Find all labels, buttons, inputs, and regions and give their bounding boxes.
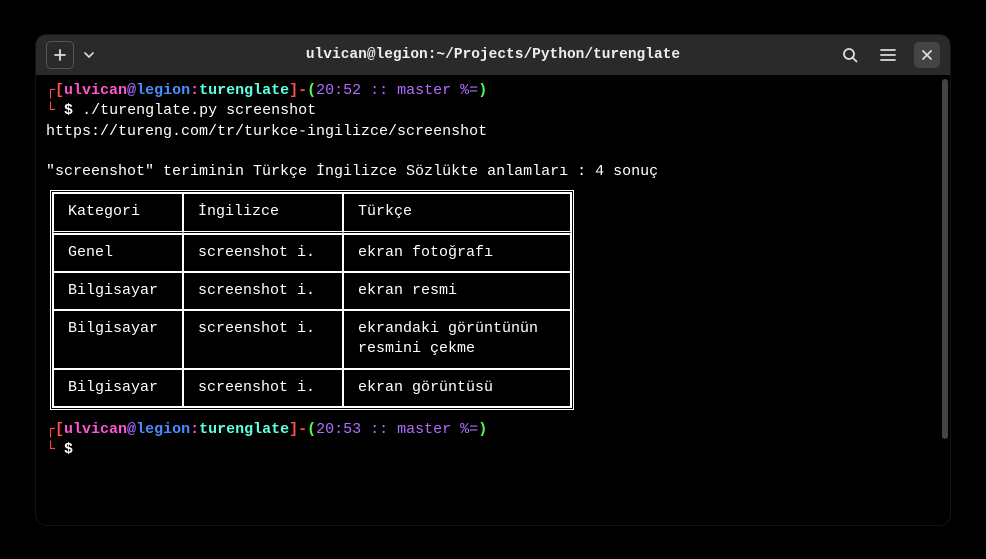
cell-english: screenshot i. [183, 234, 343, 272]
titlebar: ulvican@legion:~/Projects/Python/turengl… [36, 35, 950, 75]
cell-category: Bilgisayar [53, 310, 183, 369]
prompt-dash: - [298, 421, 307, 438]
prompt-at: @ [127, 421, 136, 438]
command-text: ./turenglate.py screenshot [82, 102, 316, 119]
command-line-1: └ $ ./turenglate.py screenshot [46, 101, 940, 121]
prompt-info: 20:53 :: master %= [316, 421, 478, 438]
output-url: https://tureng.com/tr/turkce-ingilizce/s… [46, 122, 940, 142]
cell-turkish: ekran fotoğrafı [343, 234, 571, 272]
cell-category: Bilgisayar [53, 272, 183, 310]
plus-icon [53, 48, 67, 62]
menu-button[interactable] [876, 43, 900, 67]
table-row: Bilgisayar screenshot i. ekran görüntüsü [53, 369, 571, 407]
new-tab-button[interactable] [46, 41, 74, 69]
cell-english: screenshot i. [183, 272, 343, 310]
cell-turkish: ekran görüntüsü [343, 369, 571, 407]
prompt-at: @ [127, 82, 136, 99]
prompt-line-2: ┌[ulvican@legion:turenglate]-(20:53 :: m… [46, 420, 940, 440]
prompt-host: legion [136, 421, 190, 438]
header-turkish: Türkçe [343, 193, 571, 233]
bracket-open: [ [55, 421, 64, 438]
prompt-host: legion [136, 82, 190, 99]
prompt-corner-bottom: └ [46, 441, 55, 458]
prompt-dollar: $ [64, 441, 73, 458]
close-button[interactable] [914, 42, 940, 68]
prompt-info: 20:52 :: master %= [316, 82, 478, 99]
titlebar-left-controls [46, 41, 100, 69]
paren-open: ( [307, 82, 316, 99]
blank-line [46, 142, 940, 162]
cell-english: screenshot i. [183, 369, 343, 407]
close-icon [921, 49, 933, 61]
table-row: Bilgisayar screenshot i. ekrandaki görün… [53, 310, 571, 369]
bracket-close: ] [289, 82, 298, 99]
search-button[interactable] [838, 43, 862, 67]
cell-category: Bilgisayar [53, 369, 183, 407]
header-english: İngilizce [183, 193, 343, 233]
scrollbar[interactable] [942, 79, 948, 439]
table-row: Bilgisayar screenshot i. ekran resmi [53, 272, 571, 310]
results-table: Kategori İngilizce Türkçe Genel screensh… [50, 190, 574, 410]
prompt-corner-top: ┌ [46, 82, 55, 99]
table-header-row: Kategori İngilizce Türkçe [53, 193, 571, 233]
prompt-line-1: ┌[ulvican@legion:turenglate]-(20:52 :: m… [46, 81, 940, 101]
tab-dropdown-button[interactable] [78, 41, 100, 69]
prompt-dir: turenglate [199, 421, 289, 438]
chevron-down-icon [84, 52, 94, 58]
bracket-close: ] [289, 421, 298, 438]
prompt-user: ulvican [64, 82, 127, 99]
window-title: ulvican@legion:~/Projects/Python/turengl… [36, 47, 950, 63]
paren-close: ) [478, 421, 487, 438]
titlebar-right-controls [838, 42, 940, 68]
hamburger-icon [880, 48, 896, 62]
table-row: Genel screenshot i. ekran fotoğrafı [53, 234, 571, 272]
header-category: Kategori [53, 193, 183, 233]
terminal-window: ulvican@legion:~/Projects/Python/turengl… [36, 35, 950, 525]
cell-turkish: ekran resmi [343, 272, 571, 310]
cell-english: screenshot i. [183, 310, 343, 369]
command-line-2[interactable]: └ $ [46, 440, 940, 460]
prompt-corner-bottom: └ [46, 102, 55, 119]
paren-close: ) [478, 82, 487, 99]
prompt-dollar: $ [64, 102, 73, 119]
prompt-dir: turenglate [199, 82, 289, 99]
prompt-colon: : [190, 82, 199, 99]
prompt-dash: - [298, 82, 307, 99]
search-icon [842, 47, 858, 63]
bracket-open: [ [55, 82, 64, 99]
cell-category: Genel [53, 234, 183, 272]
prompt-colon: : [190, 421, 199, 438]
prompt-user: ulvican [64, 421, 127, 438]
output-summary: "screenshot" teriminin Türkçe İngilizce … [46, 162, 940, 182]
paren-open: ( [307, 421, 316, 438]
prompt-corner-top: ┌ [46, 421, 55, 438]
terminal-body[interactable]: ┌[ulvican@legion:turenglate]-(20:52 :: m… [36, 75, 950, 525]
cell-turkish: ekrandaki görüntünün resmini çekme [343, 310, 571, 369]
